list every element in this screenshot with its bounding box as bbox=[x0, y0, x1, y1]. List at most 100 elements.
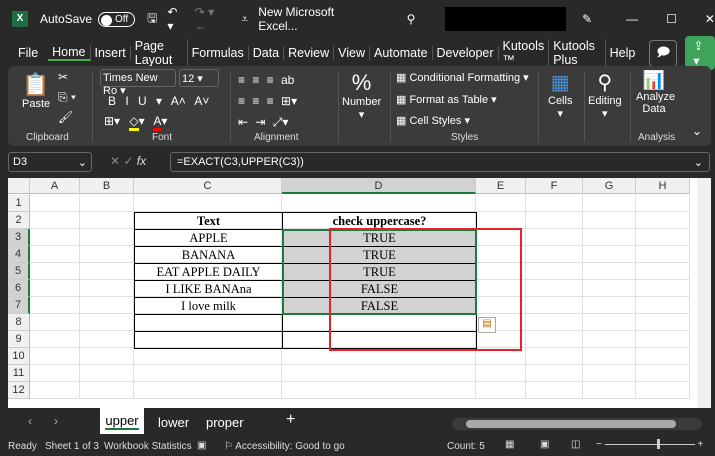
cell[interactable] bbox=[636, 382, 690, 399]
row-header-8[interactable]: 8 bbox=[8, 314, 30, 331]
formula-input[interactable]: =EXACT(C3,UPPER(C3)) ⌄ bbox=[170, 152, 710, 172]
cell[interactable] bbox=[583, 348, 636, 365]
cell[interactable] bbox=[583, 280, 636, 297]
share-button[interactable]: ⇪ ▾ bbox=[685, 36, 715, 70]
number-button[interactable]: % Number ▾ bbox=[342, 70, 381, 121]
table-cell[interactable]: BANANA bbox=[134, 246, 283, 264]
workbook-statistics[interactable]: Workbook Statistics bbox=[104, 441, 192, 452]
tab-review[interactable]: Review bbox=[284, 46, 335, 60]
cell[interactable] bbox=[476, 195, 526, 212]
next-sheet-icon[interactable]: › bbox=[54, 414, 58, 428]
cell[interactable] bbox=[30, 314, 80, 331]
cell[interactable] bbox=[80, 331, 134, 348]
cell[interactable] bbox=[30, 229, 80, 246]
cell[interactable] bbox=[526, 365, 583, 382]
cell[interactable] bbox=[80, 263, 134, 280]
column-header-F[interactable]: F bbox=[526, 178, 583, 194]
cell[interactable] bbox=[636, 297, 690, 314]
conditional-formatting-button[interactable]: ▦ Conditional Formatting ▾ bbox=[396, 71, 529, 84]
column-header-A[interactable]: A bbox=[30, 178, 80, 194]
cell[interactable] bbox=[526, 382, 583, 399]
font-size-select[interactable]: 12 ▾ bbox=[179, 69, 219, 87]
row-header-6[interactable]: 6 bbox=[8, 280, 30, 297]
row-header-11[interactable]: 11 bbox=[8, 365, 30, 382]
sheet-tab-upper[interactable]: upper bbox=[100, 408, 144, 434]
cell[interactable] bbox=[526, 263, 583, 280]
cell[interactable] bbox=[636, 314, 690, 331]
name-box[interactable]: D3 ⌄ bbox=[8, 152, 92, 172]
cell[interactable] bbox=[526, 314, 583, 331]
cell[interactable] bbox=[282, 195, 476, 212]
font-format-buttons[interactable]: B I U ▾ A˄ A˅ bbox=[108, 94, 209, 108]
cell[interactable] bbox=[526, 280, 583, 297]
cell[interactable] bbox=[583, 365, 636, 382]
cell[interactable] bbox=[476, 382, 526, 399]
cell[interactable] bbox=[583, 246, 636, 263]
cell[interactable] bbox=[526, 212, 583, 229]
format-as-table-button[interactable]: ▦ Format as Table ▾ bbox=[396, 93, 497, 106]
cell[interactable] bbox=[583, 297, 636, 314]
formula-buttons[interactable]: ✕ ✓ fx bbox=[110, 154, 146, 168]
column-header-D[interactable]: D bbox=[282, 178, 476, 194]
horizontal-scrollbar[interactable] bbox=[452, 418, 702, 430]
table-cell[interactable] bbox=[134, 314, 283, 332]
cell[interactable] bbox=[476, 212, 526, 229]
editing-button[interactable]: ⚲ Editing ▾ bbox=[588, 70, 622, 120]
tab-help[interactable]: Help bbox=[606, 46, 640, 60]
cell[interactable] bbox=[526, 246, 583, 263]
cell[interactable] bbox=[526, 195, 583, 212]
search-icon[interactable]: ⚲ bbox=[407, 12, 416, 26]
paste-button[interactable]: 📋 Paste bbox=[22, 72, 50, 110]
cell[interactable] bbox=[583, 263, 636, 280]
analyze-data-button[interactable]: 📊 Analyze Data bbox=[636, 70, 675, 115]
column-header-E[interactable]: E bbox=[476, 178, 526, 194]
cell[interactable] bbox=[636, 365, 690, 382]
tab-page-layout[interactable]: Page Layout bbox=[131, 39, 188, 67]
cell[interactable] bbox=[80, 195, 134, 212]
cell[interactable] bbox=[30, 348, 80, 365]
tab-formulas[interactable]: Formulas bbox=[188, 46, 249, 60]
cell[interactable] bbox=[80, 382, 134, 399]
cell[interactable] bbox=[526, 348, 583, 365]
cell[interactable] bbox=[30, 280, 80, 297]
minimize-icon[interactable]: — bbox=[626, 12, 638, 26]
cell[interactable] bbox=[80, 365, 134, 382]
cell[interactable] bbox=[526, 331, 583, 348]
cell[interactable] bbox=[636, 348, 690, 365]
zoom-slider[interactable]: − + bbox=[596, 438, 703, 450]
cut-icon[interactable]: ✂ bbox=[58, 70, 68, 84]
cell[interactable] bbox=[30, 263, 80, 280]
customize-icon[interactable]: ⩡ bbox=[241, 12, 248, 27]
tab-home[interactable]: Home bbox=[48, 45, 91, 61]
comments-button[interactable]: 🗩 bbox=[649, 39, 678, 67]
add-sheet-icon[interactable]: + bbox=[286, 411, 295, 429]
tab-kutools[interactable]: Kutools ™ bbox=[499, 39, 550, 67]
page-break-view-icon[interactable]: ◫ bbox=[571, 439, 580, 450]
cell[interactable] bbox=[80, 280, 134, 297]
cell[interactable] bbox=[282, 382, 476, 399]
pen-icon[interactable]: ✎ bbox=[582, 12, 592, 26]
row-header-1[interactable]: 1 bbox=[8, 195, 30, 212]
maximize-icon[interactable]: ☐ bbox=[666, 12, 677, 26]
save-icon[interactable]: 🖫 bbox=[147, 9, 157, 30]
accessibility-status[interactable]: ⚐ Accessibility: Good to go bbox=[224, 441, 345, 452]
undo-icon[interactable]: ↶ ▾ bbox=[167, 5, 186, 33]
tab-developer[interactable]: Developer bbox=[433, 46, 499, 60]
table-cell[interactable]: APPLE bbox=[134, 229, 283, 247]
cell[interactable] bbox=[636, 263, 690, 280]
cell[interactable] bbox=[583, 195, 636, 212]
column-header-B[interactable]: B bbox=[80, 178, 134, 194]
cells-button[interactable]: ▦ Cells ▾ bbox=[548, 70, 572, 120]
cell[interactable] bbox=[636, 195, 690, 212]
tab-kutools-plus[interactable]: Kutools Plus bbox=[549, 39, 606, 67]
close-icon[interactable]: ✕ bbox=[705, 12, 715, 26]
cell[interactable] bbox=[80, 212, 134, 229]
cell[interactable] bbox=[80, 229, 134, 246]
cell[interactable] bbox=[30, 365, 80, 382]
cell[interactable] bbox=[134, 348, 282, 365]
row-header-7[interactable]: 7 bbox=[8, 297, 30, 314]
cell[interactable] bbox=[80, 348, 134, 365]
format-painter-icon[interactable]: 🖌 bbox=[58, 110, 73, 124]
cell[interactable] bbox=[30, 212, 80, 229]
macro-icon[interactable]: ▣ bbox=[197, 440, 206, 451]
